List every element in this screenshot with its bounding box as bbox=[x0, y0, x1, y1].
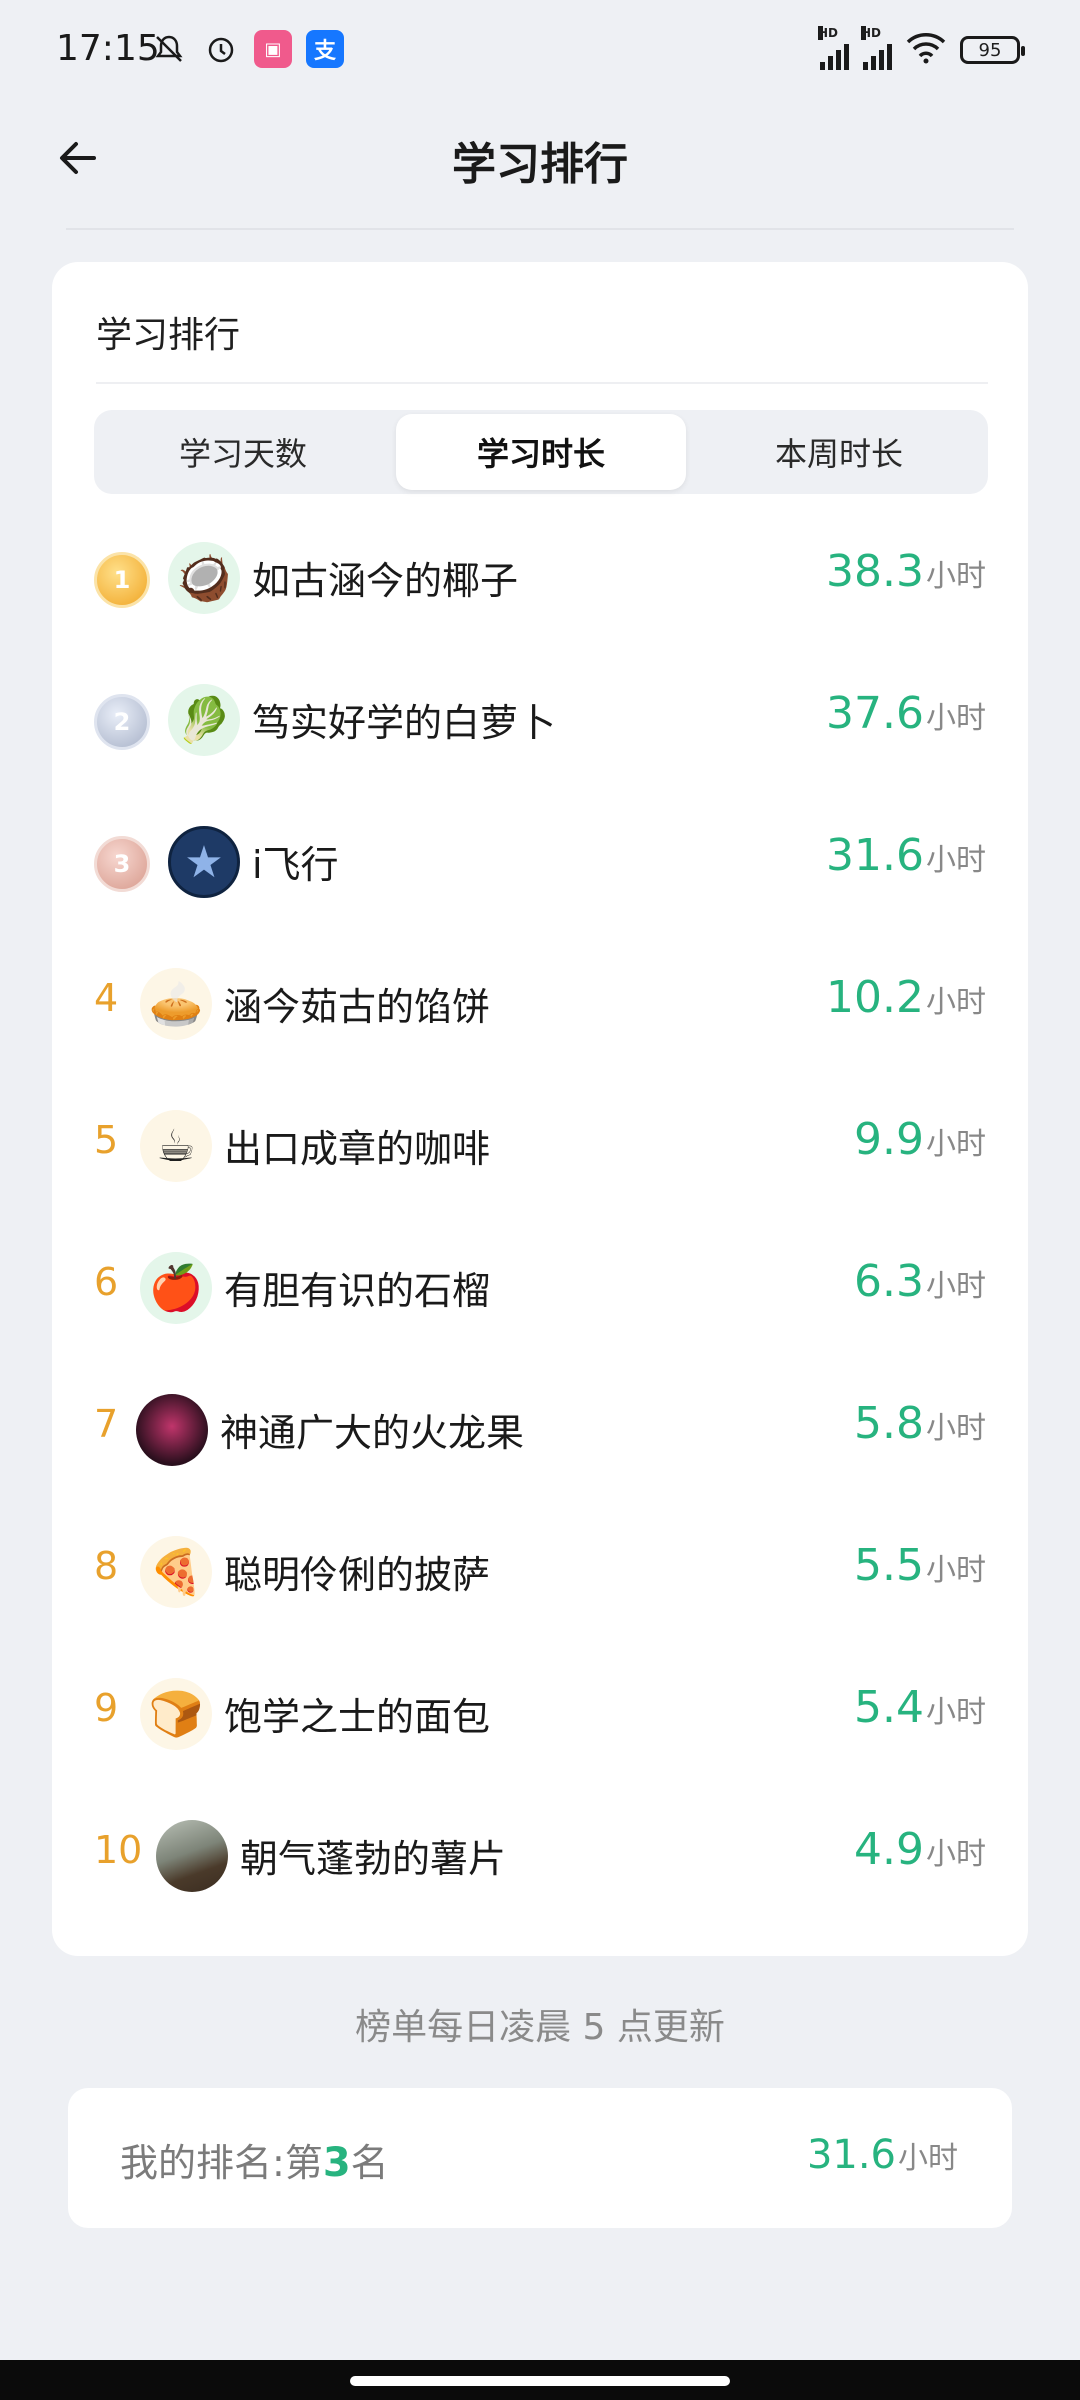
ranking-row[interactable]: 7 神通广大的火龙果 5.8小时 bbox=[52, 1358, 1028, 1500]
page-title: 学习排行 bbox=[452, 139, 628, 190]
radish-icon: 🥬 bbox=[168, 684, 240, 756]
study-duration: 10.2小时 bbox=[826, 972, 986, 1023]
bronze-medal-icon: 3 bbox=[94, 836, 150, 892]
user-name: 出口成章的咖啡 bbox=[224, 1127, 491, 1171]
rank-number: 5 bbox=[94, 1118, 119, 1162]
battery-icon: 95 bbox=[960, 36, 1025, 64]
page-header: 学习排行 bbox=[0, 100, 1080, 230]
dog-photo-icon bbox=[156, 1820, 228, 1892]
wifi-icon bbox=[906, 32, 946, 68]
rank-number: 9 bbox=[94, 1686, 119, 1730]
coffee-icon: ☕ bbox=[140, 1110, 212, 1182]
dragonfruit-icon bbox=[136, 1394, 208, 1466]
user-name: 涵今茹古的馅饼 bbox=[224, 985, 491, 1029]
alarm-icon bbox=[202, 30, 240, 68]
rank-number: 7 bbox=[94, 1402, 119, 1446]
user-name: i飞行 bbox=[252, 843, 339, 887]
ranking-tabs: 学习天数 学习时长 本周时长 bbox=[94, 410, 988, 494]
silver-medal-icon: 2 bbox=[94, 694, 150, 750]
study-duration: 31.6小时 bbox=[826, 830, 986, 881]
header-divider bbox=[66, 228, 1014, 230]
mute-icon bbox=[150, 30, 188, 68]
ranking-row[interactable]: 10 朝气蓬勃的薯片 4.9小时 bbox=[52, 1784, 1028, 1926]
ranking-row[interactable]: 4 🥧 涵今茹古的馅饼 10.2小时 bbox=[52, 932, 1028, 1074]
ranking-card: 学习排行 学习天数 学习时长 本周时长 1 🥥 如古涵今的椰子 38.3小时 2… bbox=[52, 262, 1028, 1956]
pizza-icon: 🍕 bbox=[140, 1536, 212, 1608]
ranking-row[interactable]: 8 🍕 聪明伶俐的披萨 5.5小时 bbox=[52, 1500, 1028, 1642]
coconut-icon: 🥥 bbox=[168, 542, 240, 614]
tab-study-days[interactable]: 学习天数 bbox=[98, 414, 388, 490]
study-duration: 37.6小时 bbox=[826, 688, 986, 739]
ranking-row[interactable]: 9 🍞 饱学之士的面包 5.4小时 bbox=[52, 1642, 1028, 1784]
study-duration: 38.3小时 bbox=[826, 546, 986, 597]
home-indicator[interactable] bbox=[350, 2376, 730, 2386]
study-duration: 5.4小时 bbox=[854, 1682, 986, 1733]
user-name: 笃实好学的白萝卜 bbox=[252, 701, 557, 745]
pomegranate-icon: 🍎 bbox=[140, 1252, 212, 1324]
user-name: 如古涵今的椰子 bbox=[252, 559, 519, 603]
user-name: 饱学之士的面包 bbox=[224, 1695, 491, 1739]
ranking-row[interactable]: 2 🥬 笃实好学的白萝卜 37.6小时 bbox=[52, 648, 1028, 790]
status-left-icons: ▣ 支 bbox=[150, 30, 344, 68]
star-badge-icon: ★ bbox=[168, 826, 240, 898]
pie-icon: 🥧 bbox=[140, 968, 212, 1040]
status-time: 17:15 bbox=[56, 28, 160, 69]
tab-weekly-duration[interactable]: 本周时长 bbox=[694, 414, 984, 490]
my-study-duration: 31.6小时 bbox=[806, 2132, 958, 2178]
ranking-row[interactable]: 5 ☕ 出口成章的咖啡 9.9小时 bbox=[52, 1074, 1028, 1216]
tab-study-duration[interactable]: 学习时长 bbox=[396, 414, 686, 490]
ranking-row[interactable]: 3 ★ i飞行 31.6小时 bbox=[52, 790, 1028, 932]
user-name: 聪明伶俐的披萨 bbox=[224, 1553, 491, 1597]
rank-number: 10 bbox=[94, 1828, 143, 1872]
rank-number: 4 bbox=[94, 976, 119, 1020]
signal-icon: HD bbox=[818, 26, 849, 70]
my-rank-label: 我的排名:第3名 bbox=[120, 2140, 389, 2186]
rank-number: 8 bbox=[94, 1544, 119, 1588]
status-bar: 17:15 ▣ 支 HD HD 95 bbox=[0, 0, 1080, 100]
study-duration: 5.5小时 bbox=[854, 1540, 986, 1591]
rank-number: 6 bbox=[94, 1260, 119, 1304]
ranking-row[interactable]: 6 🍎 有胆有识的石榴 6.3小时 bbox=[52, 1216, 1028, 1358]
alipay-icon: 支 bbox=[306, 30, 344, 68]
my-rank-panel: 我的排名:第3名 31.6小时 bbox=[68, 2088, 1012, 2228]
bread-icon: 🍞 bbox=[140, 1678, 212, 1750]
card-title: 学习排行 bbox=[96, 315, 241, 356]
study-duration: 5.8小时 bbox=[854, 1398, 986, 1449]
user-name: 有胆有识的石榴 bbox=[224, 1269, 491, 1313]
user-name: 朝气蓬勃的薯片 bbox=[240, 1837, 507, 1881]
ranking-row[interactable]: 1 🥥 如古涵今的椰子 38.3小时 bbox=[52, 506, 1028, 648]
card-divider bbox=[96, 382, 988, 384]
study-duration: 6.3小时 bbox=[854, 1256, 986, 1307]
signal-icon-2: HD bbox=[861, 26, 892, 70]
study-duration: 4.9小时 bbox=[854, 1824, 986, 1875]
status-right-icons: HD HD 95 bbox=[818, 26, 1025, 70]
user-name: 神通广大的火龙果 bbox=[220, 1411, 525, 1455]
study-duration: 9.9小时 bbox=[854, 1114, 986, 1165]
app-icon: ▣ bbox=[254, 30, 292, 68]
update-note: 榜单每日凌晨 5 点更新 bbox=[355, 2007, 725, 2048]
gold-medal-icon: 1 bbox=[94, 552, 150, 608]
